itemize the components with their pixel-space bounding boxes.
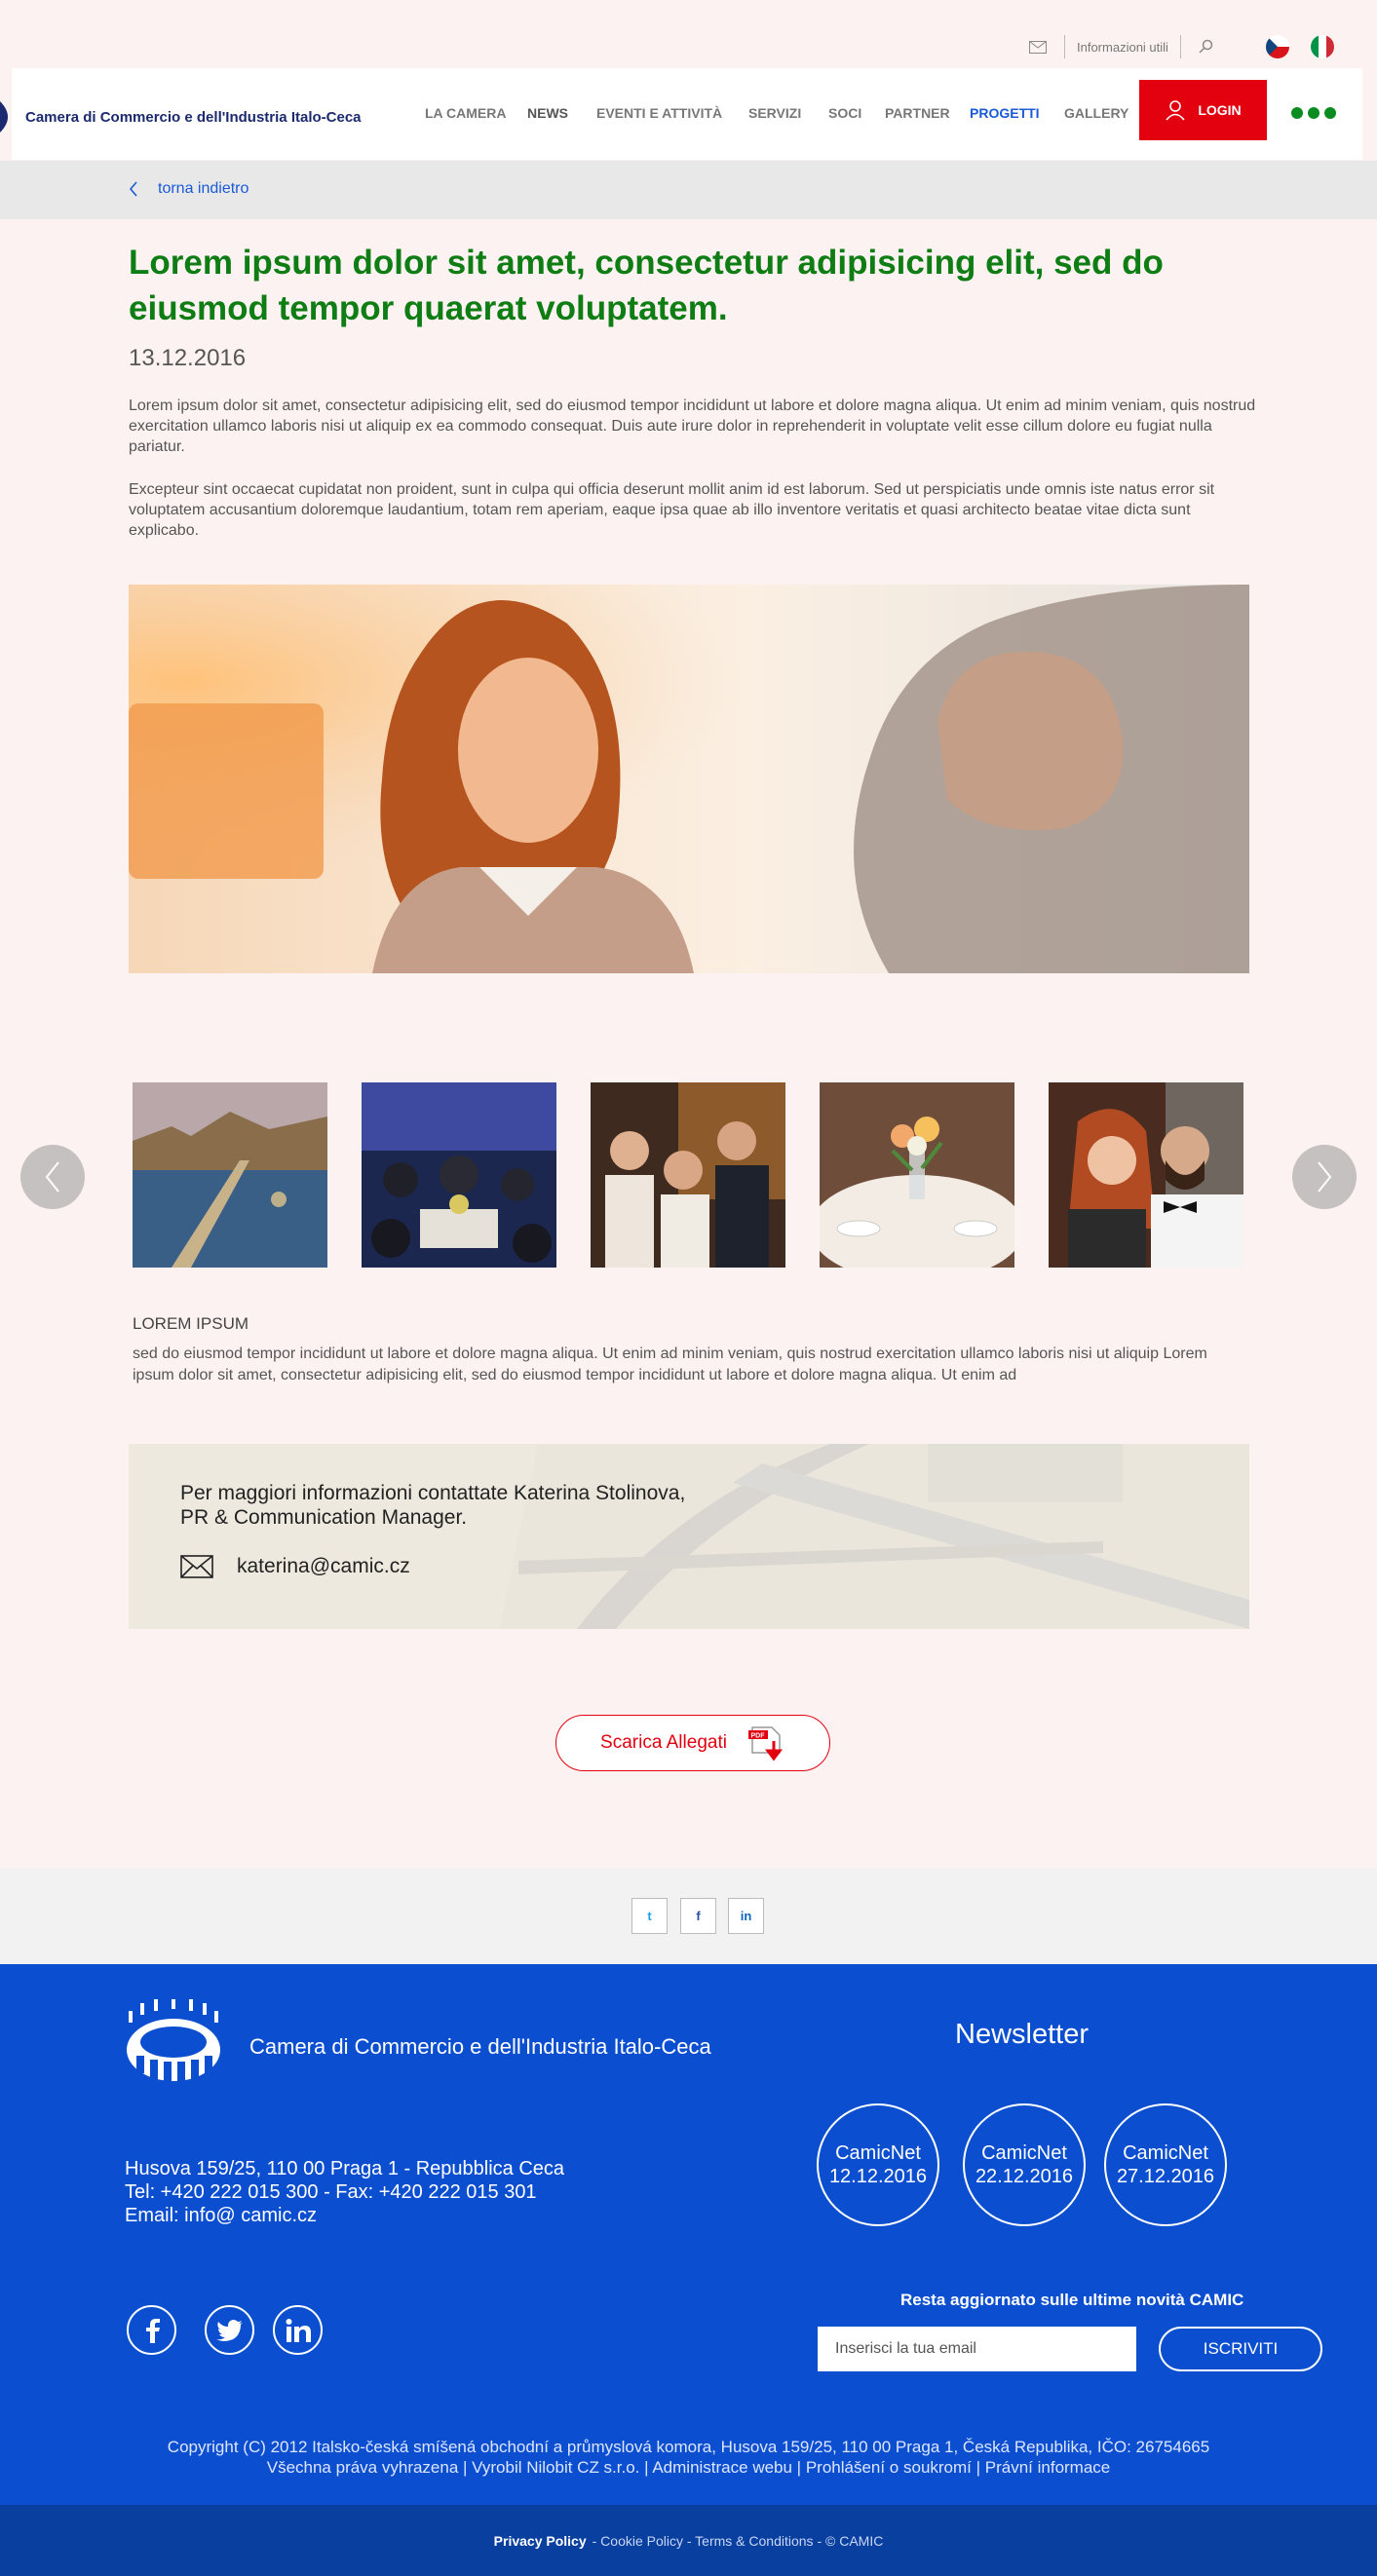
footer-address: Husova 159/25, 110 00 Praga 1 - Repubbli… — [125, 2157, 564, 2227]
download-attachments-button[interactable]: Scarica Allegati PDF — [555, 1715, 830, 1771]
footer-address-line: Husova 159/25, 110 00 Praga 1 - Repubbli… — [125, 2158, 565, 2179]
share-facebook-button[interactable]: f — [680, 1898, 716, 1934]
footer-org-name: Camera di Commercio e dell'Industria Ita… — [249, 2034, 711, 2059]
footer-email-line[interactable]: Email: info@ camic.cz — [125, 2204, 564, 2227]
carousel-prev-button[interactable] — [20, 1145, 85, 1209]
site-header: Camera di Commercio e dell'Industria Ita… — [0, 68, 1362, 160]
newsletter-issue[interactable]: CamicNet 22.12.2016 — [963, 2103, 1086, 2226]
linkedin-icon — [286, 2318, 311, 2342]
chevron-right-icon — [1318, 1161, 1332, 1193]
contact-email: katerina@camic.cz — [237, 1555, 410, 1577]
divider — [1179, 35, 1181, 58]
article-date: 13.12.2016 — [129, 345, 247, 371]
nav-item-la-camera[interactable]: LA CAMERA — [425, 105, 506, 121]
newsletter-date: 22.12.2016 — [975, 2166, 1074, 2187]
newsletter-email-input[interactable] — [818, 2327, 1136, 2371]
hero-image — [129, 585, 1249, 973]
newsletter-name: CamicNet — [981, 2142, 1067, 2164]
gallery-thumbnail[interactable] — [133, 1082, 327, 1268]
privacy-policy-link[interactable]: Privacy Policy — [494, 2533, 587, 2549]
footer-logo-icon[interactable] — [123, 1999, 224, 2090]
newsletter-name: CamicNet — [835, 2142, 921, 2164]
article-title: Lorem ipsum dolor sit amet, consectetur … — [129, 244, 1164, 327]
facebook-icon: f — [696, 1909, 701, 1923]
nav-item-servizi[interactable]: SERVIZI — [748, 105, 801, 121]
footer-twitter-link[interactable] — [205, 2305, 254, 2355]
contact-text-line: PR & Communication Manager. — [180, 1506, 468, 1529]
back-link[interactable]: torna indietro — [129, 180, 249, 198]
newsletter-issue[interactable]: CamicNet 27.12.2016 — [1104, 2103, 1227, 2226]
nav-item-partner[interactable]: PARTNER — [885, 105, 950, 121]
nav-item-gallery[interactable]: GALLERY — [1064, 105, 1128, 121]
info-link[interactable]: Informazioni utili — [1077, 40, 1168, 55]
share-twitter-button[interactable]: t — [631, 1898, 668, 1934]
facebook-icon — [145, 2318, 160, 2343]
article-paragraph: Lorem ipsum dolor sit amet, consectetur … — [129, 398, 1256, 455]
policy-links[interactable]: - Cookie Policy - Terms & Conditions - ©… — [593, 2533, 884, 2549]
user-icon — [1166, 100, 1185, 121]
site-logo[interactable]: Camera di Commercio e dell'Industria Ita… — [0, 97, 362, 136]
subscribe-button[interactable]: ISCRIVITI — [1159, 2327, 1322, 2371]
gallery-thumbnail[interactable] — [591, 1082, 785, 1268]
newsletter-date: 12.12.2016 — [828, 2166, 928, 2187]
contact-info: Per maggiori informazioni contattate Kat… — [180, 1481, 685, 1530]
contact-email-link[interactable]: katerina@camic.cz — [180, 1555, 410, 1578]
utility-bar: Informazioni utili — [1023, 29, 1218, 64]
newsletter-title: Newsletter — [955, 2019, 1089, 2050]
article-paragraph: Excepteur sint occaecat cupidatat non pr… — [129, 481, 1215, 539]
czech-flag-icon[interactable] — [1266, 35, 1289, 58]
linkedin-icon: in — [740, 1909, 752, 1923]
chevron-left-icon — [129, 181, 137, 197]
site-footer: Camera di Commercio e dell'Industria Ita… — [0, 1964, 1377, 2505]
download-label: Scarica Allegati — [600, 1732, 727, 1753]
gallery-caption-title: LOREM IPSUM — [133, 1314, 249, 1333]
newsletter-issue[interactable]: CamicNet 12.12.2016 — [817, 2103, 939, 2226]
logo-icon — [0, 101, 8, 133]
twitter-icon — [215, 2319, 243, 2341]
mail-icon[interactable] — [1023, 35, 1052, 58]
login-button[interactable]: LOGIN — [1139, 80, 1267, 140]
breadcrumb-bar: torna indietro — [0, 161, 1377, 219]
footer-legal-links[interactable]: Všechna práva vyhrazena | Vyrobil Nilobi… — [0, 2457, 1377, 2478]
back-label: torna indietro — [158, 180, 249, 197]
footer-linkedin-link[interactable] — [273, 2305, 323, 2355]
twitter-icon: t — [647, 1909, 652, 1923]
footer-facebook-link[interactable] — [127, 2305, 176, 2355]
divider — [1064, 35, 1065, 58]
newsletter-name: CamicNet — [1123, 2142, 1208, 2164]
nav-item-soci[interactable]: SOCI — [828, 105, 861, 121]
share-linkedin-button[interactable]: in — [728, 1898, 764, 1934]
nav-item-progetti[interactable]: PROGETTI — [970, 105, 1040, 121]
carousel-next-button[interactable] — [1292, 1145, 1357, 1209]
chevron-left-icon — [45, 1161, 59, 1193]
bottom-bar: Privacy Policy - Cookie Policy - Terms &… — [0, 2505, 1377, 2576]
search-icon[interactable] — [1193, 35, 1218, 58]
gallery-thumbnail[interactable] — [362, 1082, 556, 1268]
pdf-badge: PDF — [750, 1733, 765, 1740]
logo-text: Camera di Commercio e dell'Industria Ita… — [25, 108, 362, 126]
italian-flag-icon[interactable] — [1311, 35, 1334, 58]
contact-background-image — [129, 1444, 1249, 1629]
mail-icon — [180, 1555, 213, 1578]
login-label: LOGIN — [1198, 102, 1242, 118]
footer-copyright: Copyright (C) 2012 Italsko-česká smíšená… — [167, 2438, 1210, 2456]
share-bar: t f in — [0, 1869, 1377, 1964]
gallery-thumbnail[interactable] — [1049, 1082, 1243, 1268]
more-menu-icon[interactable] — [1291, 107, 1336, 119]
newsletter-date: 27.12.2016 — [1116, 2166, 1215, 2187]
nav-item-news[interactable]: NEWS — [527, 105, 568, 121]
gallery-thumbnail[interactable] — [820, 1082, 1014, 1268]
newsletter-cta: Resta aggiornato sulle ultime novità CAM… — [900, 2291, 1244, 2309]
footer-phone-line: Tel: +420 222 015 300 - Fax: +420 222 01… — [125, 2181, 537, 2203]
gallery-caption-text: sed do eiusmod tempor incididunt ut labo… — [133, 1345, 1207, 1383]
contact-box: Per maggiori informazioni contattate Kat… — [129, 1444, 1249, 1629]
nav-item-eventi[interactable]: EVENTI E ATTIVITÀ — [596, 105, 722, 121]
contact-text-line: Per maggiori informazioni contattate Kat… — [180, 1482, 686, 1504]
pdf-download-icon: PDF — [747, 1726, 783, 1762]
